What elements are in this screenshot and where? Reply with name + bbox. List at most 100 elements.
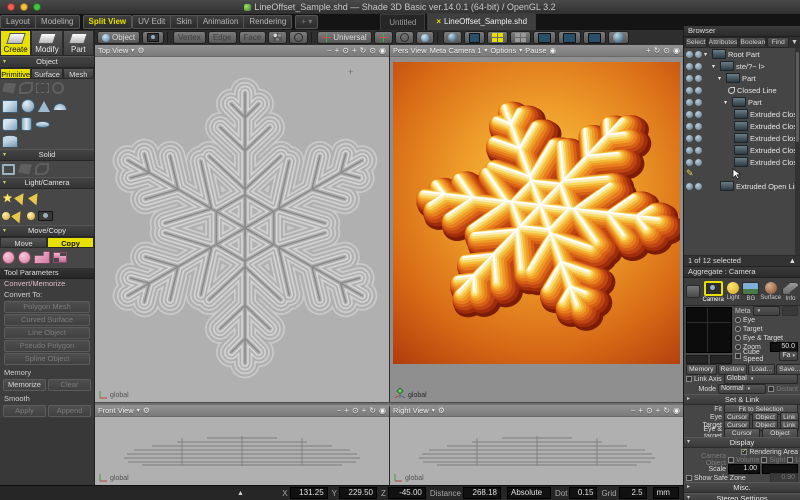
chevron-down-icon[interactable]: ▾: [131, 47, 134, 54]
append-button[interactable]: Append: [48, 405, 91, 417]
visibility-toggle[interactable]: [686, 135, 693, 142]
edge-mode-button[interactable]: Edge: [208, 31, 237, 44]
tab-object[interactable]: [685, 285, 702, 298]
tab-attributes[interactable]: Attributes: [708, 37, 739, 48]
section-stereo-settings[interactable]: ▾Stereo Settings: [684, 493, 800, 500]
select-tool-button[interactable]: [268, 31, 287, 44]
x-field[interactable]: 131.25: [290, 487, 328, 499]
eye-target-radio[interactable]: [735, 335, 741, 341]
tree-row-part[interactable]: ▾ Part: [684, 96, 800, 108]
tree-row-extruded-open-line[interactable]: Extruded Open Line: [684, 180, 800, 192]
pan-button[interactable]: +: [352, 46, 357, 56]
target-radio[interactable]: [735, 326, 741, 332]
tab-camera[interactable]: Camera: [703, 281, 724, 303]
visibility-toggle[interactable]: [686, 51, 693, 58]
browser-header[interactable]: Browser: [684, 26, 800, 37]
rotate-tool-icon[interactable]: [18, 251, 31, 264]
tree-row-extruded[interactable]: Extruded Closed: [684, 108, 800, 120]
y-field[interactable]: 229.50: [339, 487, 377, 499]
magnet-button[interactable]: [395, 31, 414, 44]
render-toggle[interactable]: [695, 87, 702, 94]
box-primitive-icon[interactable]: [2, 100, 18, 113]
convert-polygon-mesh-button[interactable]: Polygon Mesh: [4, 301, 90, 313]
options-dropdown[interactable]: Options: [490, 46, 516, 55]
close-tab-icon[interactable]: ×: [436, 17, 441, 26]
camera-view-button[interactable]: ◉: [673, 406, 680, 416]
preview-field[interactable]: [710, 355, 732, 364]
zoom-in-button[interactable]: +: [638, 406, 643, 416]
open-box-primitive-icon[interactable]: [2, 135, 18, 148]
pan-button[interactable]: +: [362, 406, 367, 416]
clear-button[interactable]: Clear: [48, 379, 91, 391]
magnify-button[interactable]: ⊙: [342, 46, 349, 56]
cone-primitive-icon[interactable]: [38, 101, 50, 112]
zoom-in-button[interactable]: +: [335, 46, 340, 56]
convert-spline-object-button[interactable]: Spline Object: [4, 353, 90, 365]
tab-bg[interactable]: BG: [742, 282, 759, 302]
tree-row-root-part[interactable]: ▾ Root Part: [684, 48, 800, 60]
chevron-down-icon[interactable]: ▾: [519, 47, 522, 54]
render-toggle[interactable]: [695, 183, 702, 190]
convert-pseudo-polygon-button[interactable]: Pseudo Polygon: [4, 340, 90, 352]
tree-row-extruded[interactable]: Extruded Closed: [684, 144, 800, 156]
cube-speed-dropdown[interactable]: Fa▾: [779, 351, 798, 361]
visibility-toggle[interactable]: [686, 63, 693, 70]
tab-light[interactable]: Light: [725, 282, 742, 301]
hemisphere-primitive-icon[interactable]: [53, 103, 67, 110]
visibility-toggle[interactable]: [686, 147, 693, 154]
section-solid[interactable]: ▾Solid: [0, 149, 94, 161]
copy-button[interactable]: Copy: [47, 237, 94, 248]
memory-button[interactable]: Memory: [686, 364, 717, 375]
zoom-out-button[interactable]: −: [337, 406, 342, 416]
four-view-layout-button[interactable]: [487, 31, 508, 44]
distant-checkbox[interactable]: [768, 386, 774, 392]
viewport-front-label[interactable]: Front View: [98, 406, 134, 415]
toolbox-mode-create[interactable]: Create: [0, 30, 31, 56]
cube-speed-checkbox[interactable]: [735, 353, 741, 359]
zoom-out-button[interactable]: −: [327, 46, 332, 56]
section-set-link[interactable]: ▸Set & Link: [684, 394, 800, 405]
visibility-toggle[interactable]: [686, 111, 693, 118]
solid-union-icon[interactable]: [18, 164, 32, 175]
link-axis-checkbox[interactable]: [686, 376, 692, 382]
tab-info[interactable]: Info: [782, 282, 799, 302]
render-toggle[interactable]: [695, 159, 702, 166]
render-preview-button[interactable]: [608, 31, 629, 44]
sphere-primitive-icon[interactable]: [21, 99, 35, 113]
render-toggle[interactable]: [695, 123, 702, 130]
directional-light-icon[interactable]: [28, 191, 43, 206]
section-misc[interactable]: ▸Misc.: [684, 482, 800, 493]
shading-button[interactable]: [443, 31, 462, 44]
render-toggle[interactable]: [695, 51, 702, 58]
tree-row-extruded[interactable]: Extruded Closed: [684, 156, 800, 168]
magnify-button[interactable]: ⊙: [352, 406, 359, 416]
rect-tool-icon[interactable]: [36, 83, 49, 93]
quad-view-button[interactable]: [583, 31, 606, 44]
eye-radio[interactable]: [735, 317, 741, 323]
rounded-box-primitive-icon[interactable]: [2, 118, 18, 131]
pause-button[interactable]: Pause: [525, 46, 546, 55]
tab-surface[interactable]: Surface: [31, 68, 62, 79]
chevron-down-icon[interactable]: ▾: [484, 47, 487, 54]
mode-dropdown[interactable]: Normal▾: [718, 384, 766, 394]
zoom-region-button[interactable]: ⊙: [663, 46, 670, 56]
workspace-add-button[interactable]: + ▾: [295, 15, 318, 29]
workspace-tab-skin[interactable]: Skin: [171, 15, 198, 29]
tree-scrollbar[interactable]: [795, 48, 800, 255]
record-icon[interactable]: ◉: [550, 46, 557, 55]
visibility-toggle[interactable]: [686, 75, 693, 82]
workspace-tab-uv-edit[interactable]: UV Edit: [132, 15, 171, 29]
unit-dropdown[interactable]: mm ▾: [653, 487, 679, 499]
workspace-tab-split-view[interactable]: Split View: [83, 15, 133, 29]
link-axis-dropdown[interactable]: Global▾: [724, 374, 798, 384]
tab-find[interactable]: Find: [767, 37, 789, 48]
z-field[interactable]: -45.00: [388, 487, 426, 499]
tree-row-part[interactable]: ▾ ste/?~ l>: [684, 60, 800, 72]
render-toggle[interactable]: [695, 147, 702, 154]
viewport-top[interactable]: Top View ▾ ⚙ − + ⊙ + ↻ ⊙ ◉: [95, 45, 389, 402]
right-view-canvas[interactable]: [417, 435, 657, 468]
tree-row-extruded[interactable]: Extruded Closed: [684, 132, 800, 144]
tree-row-closed-line[interactable]: Closed Line: [684, 84, 800, 96]
viewport-top-label[interactable]: Top View: [98, 46, 128, 55]
rotate-view-button[interactable]: [289, 31, 308, 44]
